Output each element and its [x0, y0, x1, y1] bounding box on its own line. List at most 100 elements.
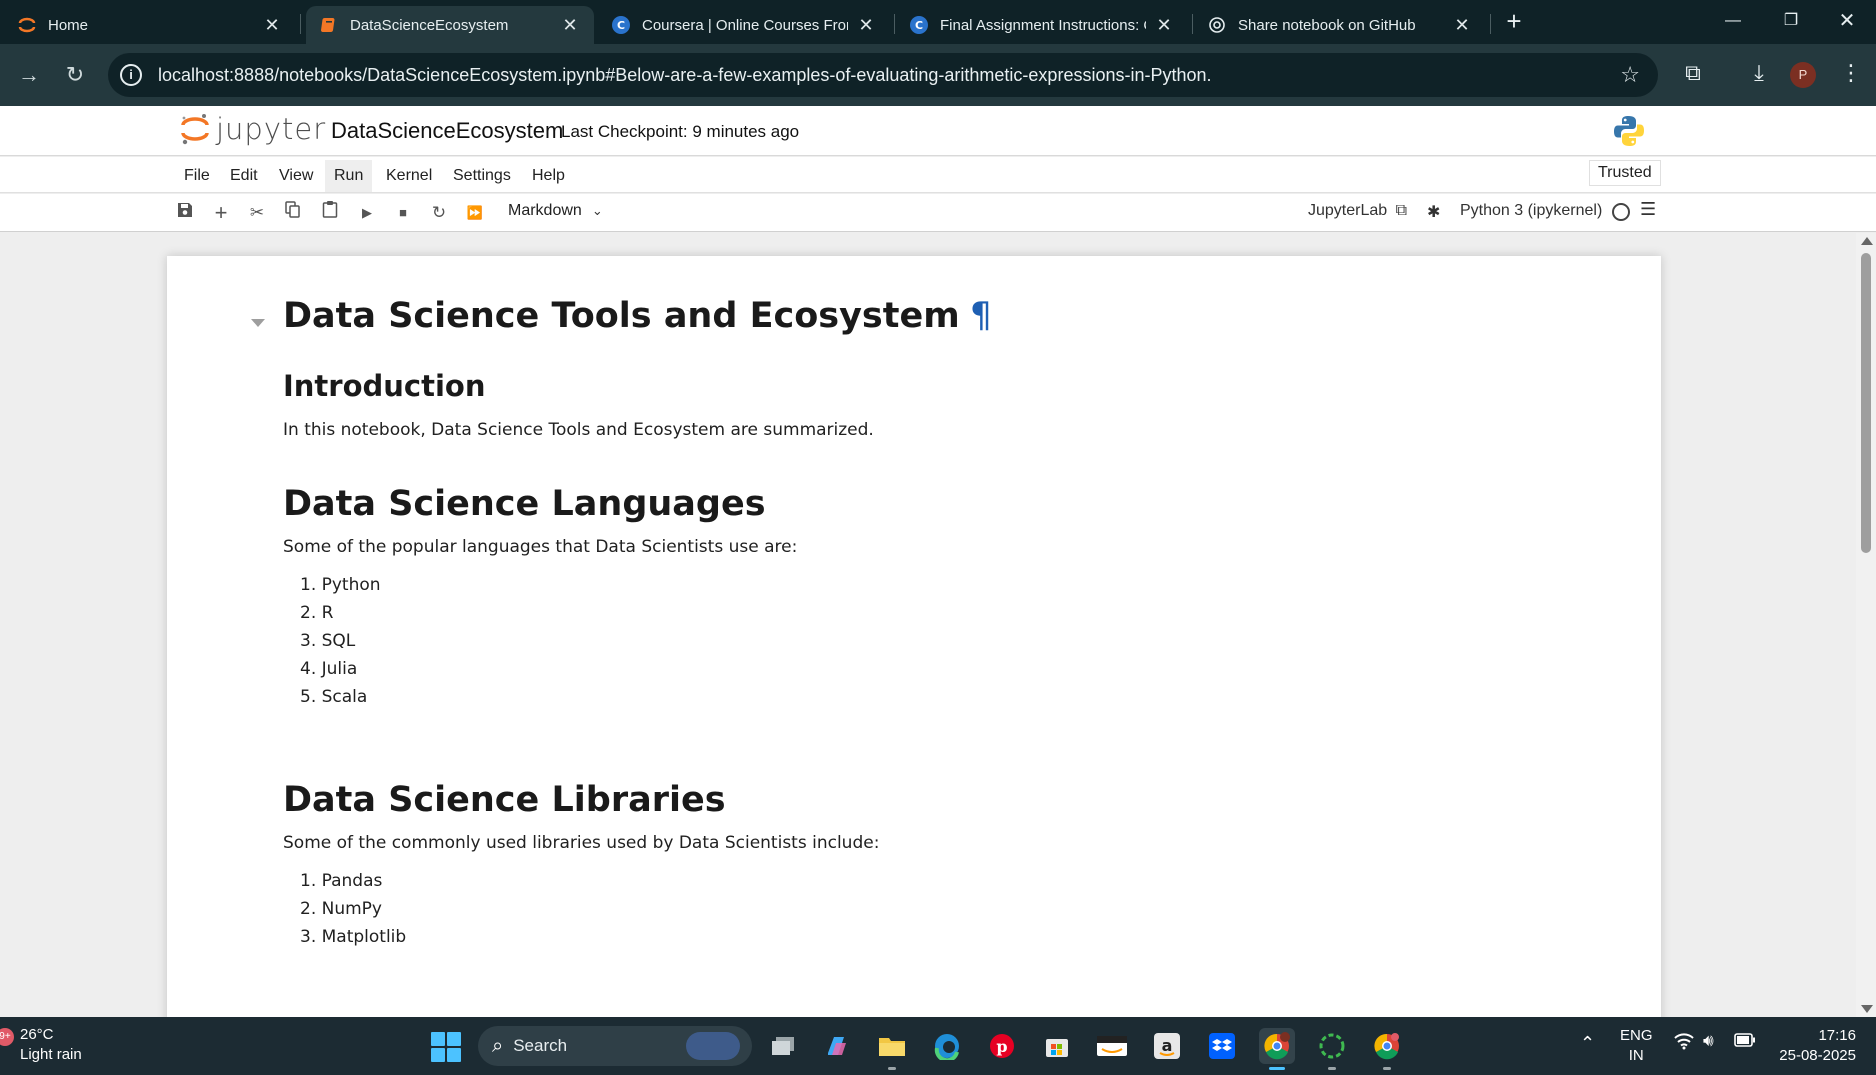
tab-close-icon[interactable]: ✕	[856, 15, 876, 36]
system-clock[interactable]: 17:16 25-08-2025	[1770, 1026, 1856, 1066]
notebook-favicon-icon	[320, 16, 338, 34]
menu-kernel[interactable]: Kernel	[377, 160, 441, 192]
battery-icon[interactable]	[1734, 1033, 1756, 1051]
svg-text:p: p	[996, 1037, 1007, 1056]
run-all-icon[interactable]: ⏩	[462, 200, 488, 226]
cut-icon[interactable]: ✂	[244, 200, 270, 226]
notebook-name[interactable]: DataScienceEcosystem	[331, 118, 563, 144]
address-bar[interactable]: i localhost:8888/notebooks/DataScienceEc…	[108, 53, 1658, 97]
forward-icon[interactable]: →	[12, 58, 46, 92]
list-item: 3. Matplotlib	[300, 927, 407, 947]
reload-icon[interactable]: ↻	[58, 58, 92, 92]
clock-date: 25-08-2025	[1779, 1047, 1856, 1064]
paste-icon[interactable]	[317, 200, 343, 226]
edge-icon[interactable]	[929, 1028, 965, 1064]
chrome-menu-icon[interactable]: ⋮	[1836, 60, 1866, 86]
svg-text:C: C	[915, 19, 923, 32]
debugger-icon[interactable]: ✱	[1427, 202, 1440, 222]
windows-taskbar: 9+ 26°C Light rain ⌕ Search p a ⌃ ENG IN…	[0, 1017, 1876, 1075]
amazon-icon[interactable]	[1094, 1028, 1130, 1064]
save-icon[interactable]	[172, 200, 198, 226]
copilot-icon[interactable]	[819, 1028, 855, 1064]
tab-separator	[300, 14, 301, 34]
tab-share-github[interactable]: Share notebook on GitHub ✕	[1194, 6, 1486, 44]
toolbar-menu-icon[interactable]: ☰	[1640, 199, 1656, 220]
tab-close-icon[interactable]: ✕	[1452, 15, 1472, 36]
list-item: 3. SQL	[300, 631, 356, 651]
tab-close-icon[interactable]: ✕	[262, 15, 282, 36]
tab-title: DataScienceEcosystem	[350, 16, 509, 34]
volume-icon[interactable]: 🔊︎	[1703, 1031, 1714, 1051]
collapse-heading-icon[interactable]	[251, 319, 265, 327]
close-window-icon[interactable]: ✕	[1824, 6, 1870, 36]
scroll-down-icon[interactable]	[1861, 1005, 1873, 1013]
run-icon[interactable]: ▶	[354, 200, 380, 226]
coursera-favicon-icon: C	[910, 16, 928, 34]
tab-title: Share notebook on GitHub	[1238, 16, 1416, 34]
tab-datascienceecosystem[interactable]: DataScienceEcosystem ✕	[306, 6, 594, 44]
tab-close-icon[interactable]: ✕	[1154, 15, 1174, 36]
language-indicator[interactable]: ENG IN	[1620, 1026, 1653, 1066]
languages-text: Some of the popular languages that Data …	[283, 537, 798, 557]
site-info-icon[interactable]: i	[120, 64, 142, 86]
pinterest-icon[interactable]: p	[984, 1028, 1020, 1064]
chevron-up-icon[interactable]: ⌃	[1580, 1033, 1595, 1054]
cell-type-select[interactable]: Markdown ⌄	[508, 202, 603, 220]
stop-icon[interactable]: ■	[390, 200, 416, 226]
add-cell-icon[interactable]: +	[208, 200, 234, 226]
kernel-name[interactable]: Python 3 (ipykernel)	[1460, 202, 1602, 220]
menu-edit[interactable]: Edit	[221, 160, 267, 192]
list-item: 4. Julia	[300, 659, 358, 679]
microsoft-store-icon[interactable]	[1039, 1028, 1075, 1064]
search-label: Search	[513, 1036, 568, 1055]
browser-tab-bar: Home ✕ DataScienceEcosystem ✕ C Coursera…	[0, 0, 1876, 44]
menu-help[interactable]: Help	[523, 160, 574, 192]
openai-favicon-icon	[1208, 16, 1226, 34]
menu-settings[interactable]: Settings	[444, 160, 520, 192]
menu-file[interactable]: File	[175, 160, 219, 192]
jupyter-logo[interactable]: jupyter	[180, 112, 326, 146]
tab-home[interactable]: Home ✕	[4, 6, 296, 44]
page-scrollbar[interactable]	[1856, 233, 1876, 1017]
chrome-profile-icon[interactable]	[1259, 1028, 1295, 1070]
anchor-link-icon[interactable]: ¶	[970, 296, 992, 336]
taskbar-search[interactable]: ⌕ Search	[478, 1026, 752, 1066]
tab-close-icon[interactable]: ✕	[560, 15, 580, 36]
start-button[interactable]	[431, 1032, 461, 1062]
trusted-indicator[interactable]: Trusted	[1589, 160, 1661, 186]
title-text: Data Science Tools and Ecosystem	[283, 296, 960, 336]
tab-coursera[interactable]: C Coursera | Online Courses From ✕	[598, 6, 890, 44]
list-item: 2. NumPy	[300, 899, 382, 919]
minimize-icon[interactable]: —	[1710, 6, 1756, 36]
browser-toolbar: → ↻ i localhost:8888/notebooks/DataScien…	[0, 44, 1876, 106]
bookmark-star-icon[interactable]: ☆	[1620, 62, 1640, 88]
open-jupyterlab-button[interactable]: JupyterLab ⧉	[1308, 202, 1407, 220]
menu-view[interactable]: View	[270, 160, 322, 192]
extensions-icon[interactable]: ⧉	[1678, 60, 1708, 86]
task-view-icon[interactable]	[765, 1028, 801, 1064]
restore-icon[interactable]: ❐	[1768, 6, 1814, 36]
profile-avatar[interactable]: P	[1790, 62, 1816, 88]
list-item: 1. Pandas	[300, 871, 383, 891]
restart-icon[interactable]: ↻	[426, 200, 452, 226]
scroll-up-icon[interactable]	[1861, 237, 1873, 245]
coursera-favicon-icon: C	[612, 16, 630, 34]
scroll-thumb[interactable]	[1861, 253, 1871, 553]
copy-icon[interactable]	[280, 200, 306, 226]
intro-heading: Introduction	[283, 369, 486, 403]
download-icon[interactable]: ⤓	[1744, 60, 1774, 86]
file-explorer-icon[interactable]	[874, 1028, 910, 1070]
new-tab-icon[interactable]: +	[1500, 8, 1528, 36]
tab-separator	[1192, 14, 1193, 34]
language-code: ENG	[1620, 1027, 1653, 1044]
menu-run[interactable]: Run	[325, 160, 373, 192]
jupyter-app-icon[interactable]	[1314, 1028, 1350, 1070]
jupyter-header: jupyter DataScienceEcosystem Last Checkp…	[0, 106, 1876, 156]
dropbox-icon[interactable]	[1204, 1028, 1240, 1064]
amazon-shopping-icon[interactable]: a	[1149, 1028, 1185, 1064]
jupyter-logo-icon	[180, 112, 210, 146]
wifi-icon[interactable]	[1674, 1032, 1694, 1055]
tab-final-assignment[interactable]: C Final Assignment Instructions: C ✕	[896, 6, 1188, 44]
tab-title: Final Assignment Instructions: C	[940, 16, 1146, 34]
chrome-icon[interactable]	[1369, 1028, 1405, 1070]
